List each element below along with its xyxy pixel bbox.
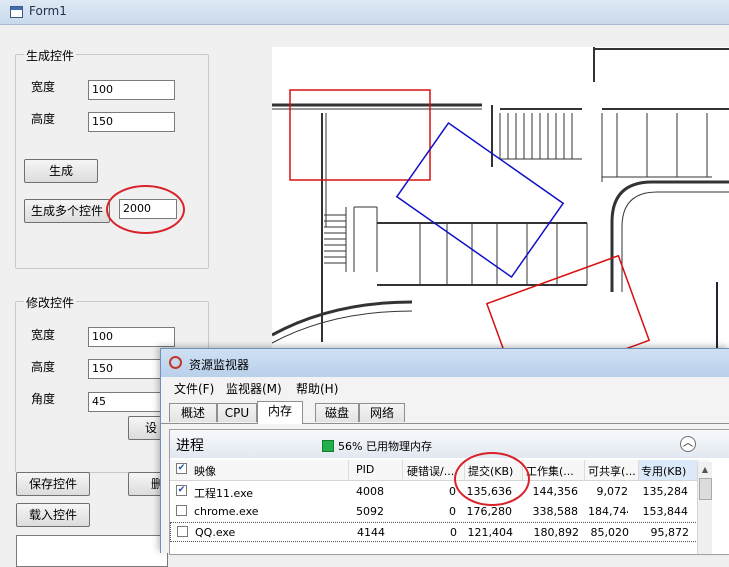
col-separator: [348, 460, 349, 480]
memory-status-indicator: [322, 440, 334, 452]
cell-pid: 4144: [357, 526, 385, 539]
cell-private: 153,844: [642, 505, 689, 518]
cell-image: chrome.exe: [194, 505, 259, 518]
table-row[interactable]: QQ.exe 4144 0 121,404 180,892 85,020 95,…: [170, 522, 710, 542]
create-height-input[interactable]: 150: [88, 112, 175, 132]
cell-commit: 176,280: [466, 505, 513, 518]
cell-shareable: 85,020: [590, 526, 630, 539]
tab-disk[interactable]: 磁盘: [315, 403, 359, 422]
tab-overview[interactable]: 概述: [169, 403, 217, 422]
tab-network[interactable]: 网络: [359, 403, 405, 422]
row-checkbox[interactable]: ✔: [176, 485, 187, 496]
annotation-circle-count: [106, 185, 185, 234]
output-textbox[interactable]: [16, 535, 168, 567]
cell-shareable: 9,072: [596, 485, 629, 498]
cell-working-set: 144,356: [532, 485, 579, 498]
resource-monitor-titlebar[interactable]: 资源监视器: [161, 349, 729, 377]
scroll-up-icon[interactable]: ▲: [699, 464, 711, 476]
tab-cpu[interactable]: CPU: [217, 403, 257, 422]
menu-file[interactable]: 文件(F): [174, 380, 214, 397]
create-width-label: 宽度: [31, 80, 56, 94]
select-all-checkbox[interactable]: ✔: [176, 463, 187, 474]
col-image[interactable]: 映像: [194, 463, 216, 479]
menu-help[interactable]: 帮助(H): [296, 380, 338, 397]
table-scrollbar[interactable]: ▲: [697, 462, 712, 554]
load-controls-button[interactable]: 载入控件: [16, 503, 90, 527]
cell-image: 工程11.exe: [194, 487, 254, 500]
create-width-input[interactable]: 100: [88, 80, 175, 100]
col-separator: [638, 460, 639, 480]
floor-plan-canvas[interactable]: [272, 47, 729, 352]
form-titlebar[interactable]: Form1: [0, 0, 729, 25]
col-pid[interactable]: PID: [356, 463, 374, 476]
memory-tab-content: 进程 56% 已用物理内存 ︿ ✔ 映像 PID 硬错误/... 提交(KB) …: [169, 429, 729, 555]
generate-multi-button[interactable]: 生成多个控件: [24, 199, 110, 223]
save-controls-button[interactable]: 保存控件: [16, 472, 90, 496]
cell-hard-faults: 0: [449, 485, 456, 498]
tab-strip: 概述 CPU 内存 磁盘 网络: [161, 401, 729, 424]
tab-memory[interactable]: 内存: [257, 401, 303, 424]
scroll-thumb[interactable]: [699, 478, 712, 500]
menu-monitor[interactable]: 监视器(M): [226, 380, 282, 397]
cell-hard-faults: 0: [449, 505, 456, 518]
cell-image: QQ.exe: [195, 526, 236, 539]
cell-hard-faults: 0: [450, 526, 457, 539]
process-section-header[interactable]: 进程 56% 已用物理内存 ︿: [170, 430, 729, 458]
cell-shareable: 184,744: [588, 505, 628, 518]
cell-working-set: 180,892: [533, 526, 580, 539]
collapse-chevron-icon[interactable]: ︿: [680, 436, 696, 452]
window-icon: [10, 6, 23, 18]
col-shareable[interactable]: 可共享(...: [588, 463, 638, 479]
cell-commit: 121,404: [467, 526, 514, 539]
modify-width-label: 宽度: [31, 328, 56, 342]
window-title: Form1: [29, 4, 67, 18]
resource-monitor-icon: [169, 356, 182, 369]
process-section-title: 进程: [176, 438, 204, 454]
menu-bar: 文件(F) 监视器(M) 帮助(H): [161, 377, 729, 397]
modify-height-label: 高度: [31, 360, 56, 374]
cell-pid: 5092: [356, 505, 384, 518]
col-separator: [584, 460, 585, 480]
modify-width-input[interactable]: 100: [88, 327, 175, 347]
table-header: ✔ 映像 PID 硬错误/... 提交(KB) 工作集(... 可共享(... …: [170, 460, 710, 481]
col-working-set[interactable]: 工作集(...: [526, 463, 582, 479]
angle-label: 角度: [31, 392, 56, 406]
cell-private: 135,284: [642, 485, 689, 498]
row-checkbox[interactable]: [177, 526, 188, 537]
col-private[interactable]: 专用(KB): [641, 463, 686, 479]
generate-button[interactable]: 生成: [24, 159, 98, 183]
cell-pid: 4008: [356, 485, 384, 498]
create-height-label: 高度: [31, 112, 56, 126]
floor-plan-drawing: [272, 47, 729, 352]
group-create-title: 生成控件: [24, 47, 77, 64]
table-row[interactable]: chrome.exe 5092 0 176,280 338,588 184,74…: [170, 502, 710, 522]
resource-monitor-title: 资源监视器: [189, 358, 250, 372]
cell-private: 95,872: [650, 526, 690, 539]
col-separator: [402, 460, 403, 480]
resource-monitor-window[interactable]: 资源监视器 文件(F) 监视器(M) 帮助(H) 概述 CPU 内存 磁盘 网络…: [160, 348, 729, 555]
annotation-circle-commit: [454, 452, 530, 506]
memory-status-text: 56% 已用物理内存: [338, 440, 432, 453]
group-modify-title: 修改控件: [24, 294, 77, 311]
row-checkbox[interactable]: [176, 505, 187, 516]
table-row[interactable]: ✔ 工程11.exe 4008 0 135,636 144,356 9,072 …: [170, 482, 710, 502]
cell-working-set: 338,588: [532, 505, 579, 518]
